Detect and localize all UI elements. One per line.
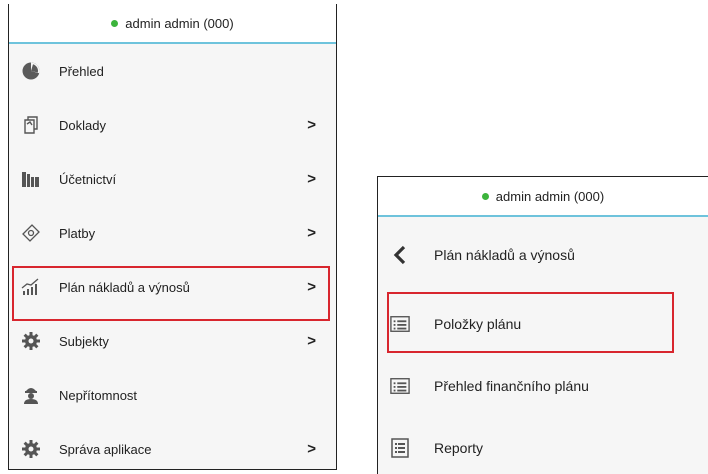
user-status-bar: admin admin (000)	[9, 4, 336, 44]
menu-label: Reporty	[434, 440, 484, 456]
submenu-title: Plán nákladů a výnosů	[434, 247, 575, 263]
list-icon	[390, 376, 410, 396]
menu-label: Přehled	[59, 63, 104, 79]
documents-icon	[21, 115, 41, 135]
menu-item-prehled-financniho-planu[interactable]: Přehled finančního plánu	[378, 355, 708, 417]
chevron-right-icon: >	[307, 332, 316, 350]
chevron-left-icon	[390, 245, 410, 265]
list-icon	[390, 314, 410, 334]
menu-label: Účetnictví	[59, 171, 117, 187]
gear-icon	[21, 331, 41, 351]
books-icon	[21, 169, 41, 189]
menu-item-plan-nakladu-a-vynosu[interactable]: Plán nákladů a výnosů >	[9, 260, 336, 314]
user-name: admin admin (000)	[495, 188, 605, 204]
chevron-right-icon: >	[307, 224, 316, 242]
pie-chart-icon	[21, 61, 41, 81]
menu-label: Subjekty	[59, 333, 109, 349]
chevron-right-icon: >	[307, 170, 316, 188]
chevron-right-icon: >	[307, 440, 316, 458]
menu-item-polozky-planu[interactable]: Položky plánu	[378, 293, 708, 355]
submenu-back-button[interactable]: Plán nákladů a výnosů	[378, 217, 708, 293]
user-name: admin admin (000)	[125, 15, 234, 31]
online-status-icon	[111, 19, 119, 27]
payment-tag-icon	[21, 223, 41, 243]
user-status-bar: admin admin (000)	[378, 177, 708, 217]
report-icon	[390, 438, 410, 458]
online-status-icon	[481, 192, 489, 200]
menu-label: Přehled finančního plánu	[434, 378, 589, 394]
menu-item-sprava-aplikace[interactable]: Správa aplikace >	[9, 422, 336, 469]
menu-label: Nepřítomnost	[59, 387, 138, 403]
chevron-right-icon: >	[307, 278, 316, 296]
menu-label: Doklady	[59, 117, 106, 133]
gear-icon	[21, 439, 41, 459]
menu-item-ucetnictvi[interactable]: Účetnictví >	[9, 152, 336, 206]
submenu-panel: admin admin (000) Plán nákladů a výnosů …	[377, 176, 708, 474]
menu-label: Platby	[59, 225, 96, 241]
menu-item-platby[interactable]: Platby >	[9, 206, 336, 260]
menu-label: Položky plánu	[434, 316, 522, 332]
menu-item-doklady[interactable]: Doklady >	[9, 98, 336, 152]
main-navigation-panel: admin admin (000) Přehled Doklady > Účet…	[8, 4, 337, 470]
menu-item-prehled[interactable]: Přehled	[9, 44, 336, 98]
chevron-right-icon: >	[307, 116, 316, 134]
menu-item-reporty[interactable]: Reporty	[378, 417, 708, 474]
menu-item-subjekty[interactable]: Subjekty >	[9, 314, 336, 368]
menu-label: Plán nákladů a výnosů	[59, 279, 190, 295]
menu-label: Správa aplikace	[59, 441, 152, 457]
absence-icon	[21, 385, 41, 405]
growth-chart-icon	[21, 277, 41, 297]
menu-item-nepritomnost[interactable]: Nepřítomnost	[9, 368, 336, 422]
